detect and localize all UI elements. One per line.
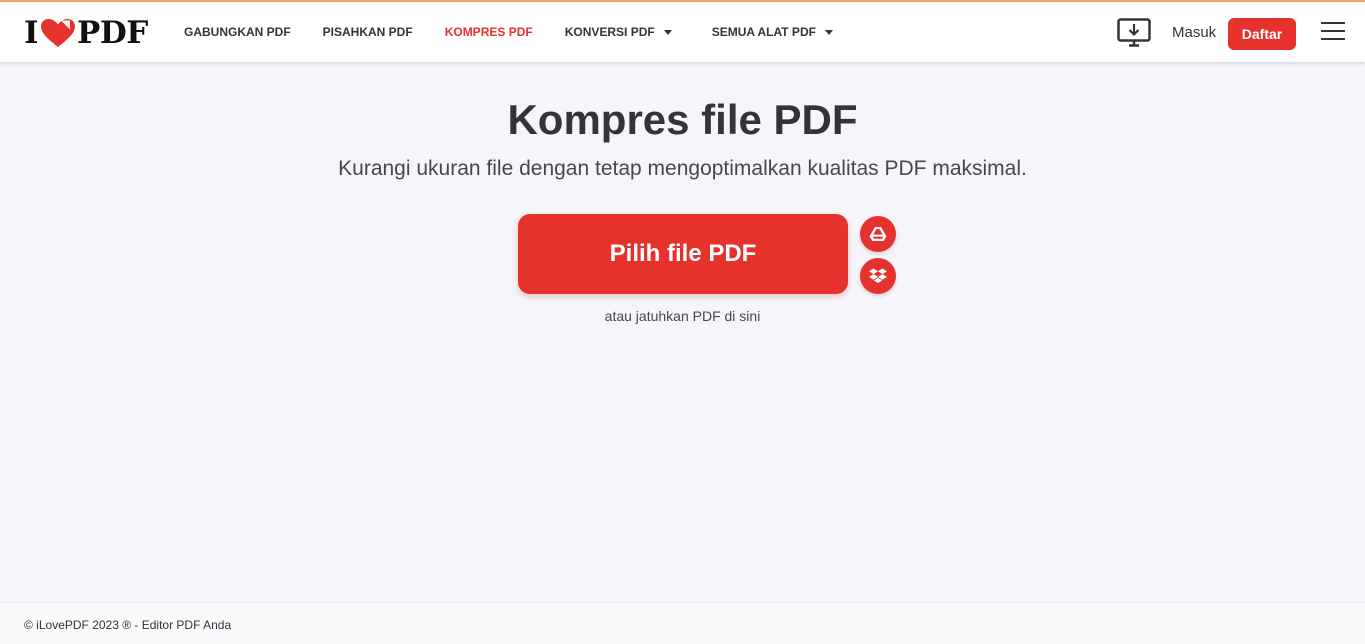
google-drive-icon [869,227,887,241]
nav-all-pdf-tools-label: SEMUA ALAT PDF [711,25,816,39]
page-subtitle: Kurangi ukuran file dengan tetap mengopt… [338,157,1027,180]
heart-logo-icon [41,19,76,47]
nav-split-pdf[interactable]: PISAHKAN PDF [323,25,413,39]
nav-merge-pdf-label: GABUNGKAN PDF [184,25,291,39]
drop-files-hint: atau jatuhkan PDF di sini [604,308,761,324]
logo-text-pdf: PDF [77,15,148,51]
login-link[interactable]: Masuk [1172,24,1216,41]
ilovepdf-logo[interactable]: I PDF [24,16,148,50]
signup-button[interactable]: Daftar [1228,18,1296,50]
footer-copyright: © iLovePDF 2023 ® - Editor PDF Anda [24,618,232,632]
nav-split-pdf-label: PISAHKAN PDF [322,25,413,39]
caret-down-icon [663,29,672,35]
dropbox-icon [869,268,887,283]
nav-convert-pdf[interactable]: KONVERSI PDF [565,25,672,39]
nav-merge-pdf[interactable]: GABUNGKAN PDF [184,25,291,39]
select-pdf-file-button[interactable]: Pilih file PDF [518,214,848,294]
google-drive-button[interactable] [860,216,896,252]
nav-all-pdf-tools[interactable]: SEMUA ALAT PDF [712,25,833,39]
nav-compress-pdf-label: KOMPRES PDF [444,25,533,39]
page-footer: © iLovePDF 2023 ® - Editor PDF Anda [0,602,1365,644]
page-title: Kompres file PDF [507,96,858,143]
logo-letter-i: I [24,15,39,51]
top-navigation-bar: I PDF GABUNGKAN PDF PISAHKAN PDF KOMPRES… [0,0,1365,62]
nav-convert-pdf-label: KONVERSI PDF [564,25,655,39]
desktop-download-icon[interactable] [1117,18,1151,48]
nav-compress-pdf[interactable]: KOMPRES PDF [445,25,533,39]
dropbox-button[interactable] [860,258,896,294]
hamburger-menu-icon[interactable] [1321,22,1347,46]
main-nav: GABUNGKAN PDF PISAHKAN PDF KOMPRES PDF K… [184,2,833,62]
caret-down-icon [824,29,833,35]
